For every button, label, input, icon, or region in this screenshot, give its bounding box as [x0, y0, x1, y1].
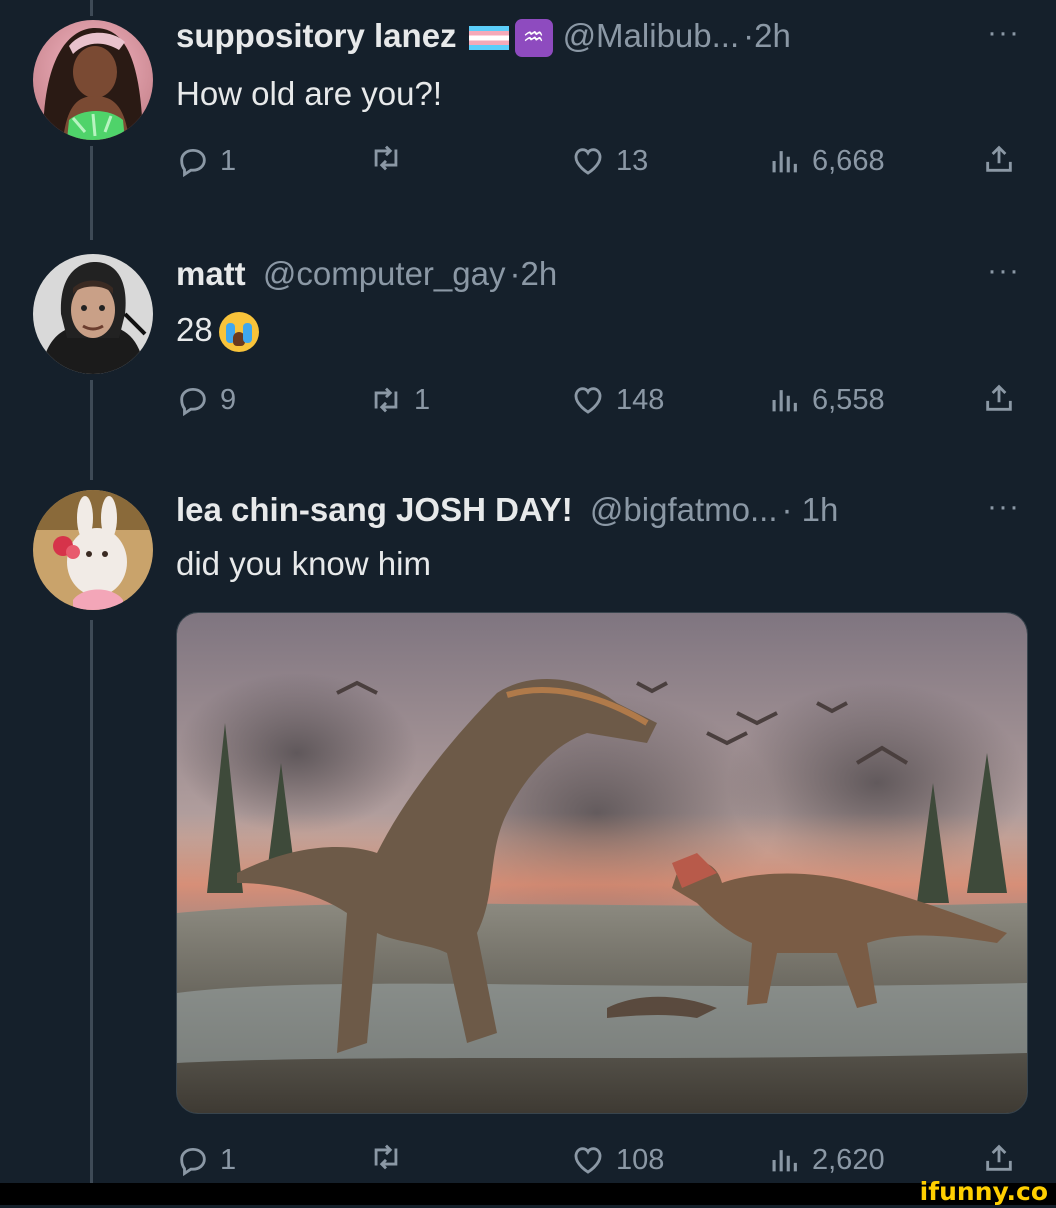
reply-icon — [180, 387, 206, 417]
view-count: 2,620 — [812, 1144, 885, 1176]
tweet-text: did you know him — [176, 545, 431, 582]
author-handle[interactable]: @bigfatmo... — [590, 491, 778, 528]
reply-count: 9 — [220, 384, 237, 416]
author-handle[interactable]: @Malibub... — [563, 17, 740, 54]
action-bar: 9 1 148 6,558 — [176, 380, 1026, 420]
views-button[interactable]: 6,558 — [766, 380, 885, 420]
share-icon — [986, 384, 1012, 411]
action-bar: 1 13 6,668 — [176, 141, 1026, 181]
like-button[interactable]: 148 — [570, 380, 664, 420]
aquarius-symbol-icon: ♒ — [514, 19, 553, 58]
tweet-text: 28 — [176, 311, 213, 348]
reply-icon — [180, 1147, 206, 1177]
share-button[interactable] — [982, 1140, 1016, 1176]
views-chart-icon — [772, 390, 797, 412]
share-button[interactable] — [982, 141, 1016, 177]
thread-line — [90, 620, 93, 1183]
share-icon — [986, 145, 1012, 172]
reply-icon — [180, 148, 206, 178]
like-count: 148 — [616, 384, 665, 416]
views-chart-icon — [772, 1150, 797, 1172]
reply-count: 1 — [220, 145, 237, 177]
author-handle[interactable]: @computer_gay — [263, 255, 506, 292]
like-count: 13 — [616, 145, 649, 177]
avatar[interactable] — [33, 254, 153, 374]
timestamp[interactable]: · 1h — [781, 491, 838, 528]
transgender-flag-icon — [468, 26, 509, 51]
author-name[interactable]: matt — [176, 255, 246, 292]
repost-icon — [374, 145, 398, 171]
reply-button[interactable]: 9 — [176, 380, 236, 420]
thread-line — [90, 0, 93, 16]
reply-button[interactable]: 1 — [176, 141, 236, 181]
tweet-text: How old are you?! — [176, 75, 442, 112]
view-count: 6,668 — [812, 145, 885, 177]
views-chart-icon — [772, 151, 797, 173]
tweet-header: suppository lanez ♒ @Malibub... ·2h — [176, 16, 791, 58]
reply-button[interactable]: 1 — [176, 1140, 236, 1180]
avatar[interactable] — [33, 20, 153, 140]
views-button[interactable]: 2,620 — [766, 1140, 885, 1180]
tweet-header: lea chin-sang JOSH DAY! @bigfatmo... · 1h — [176, 490, 838, 530]
repost-button[interactable] — [368, 1140, 414, 1174]
like-button[interactable]: 108 — [570, 1140, 664, 1180]
views-button[interactable]: 6,668 — [766, 141, 885, 181]
repost-icon — [374, 387, 398, 413]
repost-button[interactable] — [368, 141, 414, 175]
more-options-button[interactable]: ··· — [987, 256, 1020, 286]
ifunny-watermark: ifunny.co — [919, 1177, 1048, 1206]
timestamp[interactable]: ·2h — [743, 17, 791, 54]
share-icon — [986, 1144, 1012, 1171]
avatar[interactable] — [33, 490, 153, 610]
more-options-button[interactable]: ··· — [987, 492, 1020, 522]
heart-icon — [574, 148, 602, 175]
repost-button[interactable]: 1 — [368, 380, 430, 420]
thread-line — [90, 146, 93, 240]
author-name[interactable]: suppository lanez — [176, 17, 457, 54]
heart-icon — [574, 1147, 602, 1174]
like-button[interactable]: 13 — [570, 141, 648, 181]
action-bar: 1 108 2,620 — [176, 1140, 1026, 1180]
share-button[interactable] — [982, 380, 1016, 416]
dinosaur-illustration-image[interactable] — [176, 612, 1028, 1114]
watermark-bar: ifunny.co — [0, 1177, 1056, 1206]
author-name[interactable]: lea chin-sang JOSH DAY! — [176, 491, 573, 528]
like-count: 108 — [616, 1144, 665, 1176]
reply-count: 1 — [220, 1144, 237, 1176]
repost-count: 1 — [414, 384, 431, 416]
thread-line — [90, 380, 93, 480]
view-count: 6,558 — [812, 384, 885, 416]
timestamp[interactable]: ·2h — [509, 255, 557, 292]
tweet-text-row: 28 — [176, 310, 259, 353]
tweet-header: matt @computer_gay ·2h — [176, 254, 557, 294]
heart-icon — [574, 387, 602, 414]
more-options-button[interactable]: ··· — [987, 18, 1020, 48]
repost-icon — [374, 1144, 398, 1170]
loudly-crying-face-icon — [218, 312, 259, 353]
